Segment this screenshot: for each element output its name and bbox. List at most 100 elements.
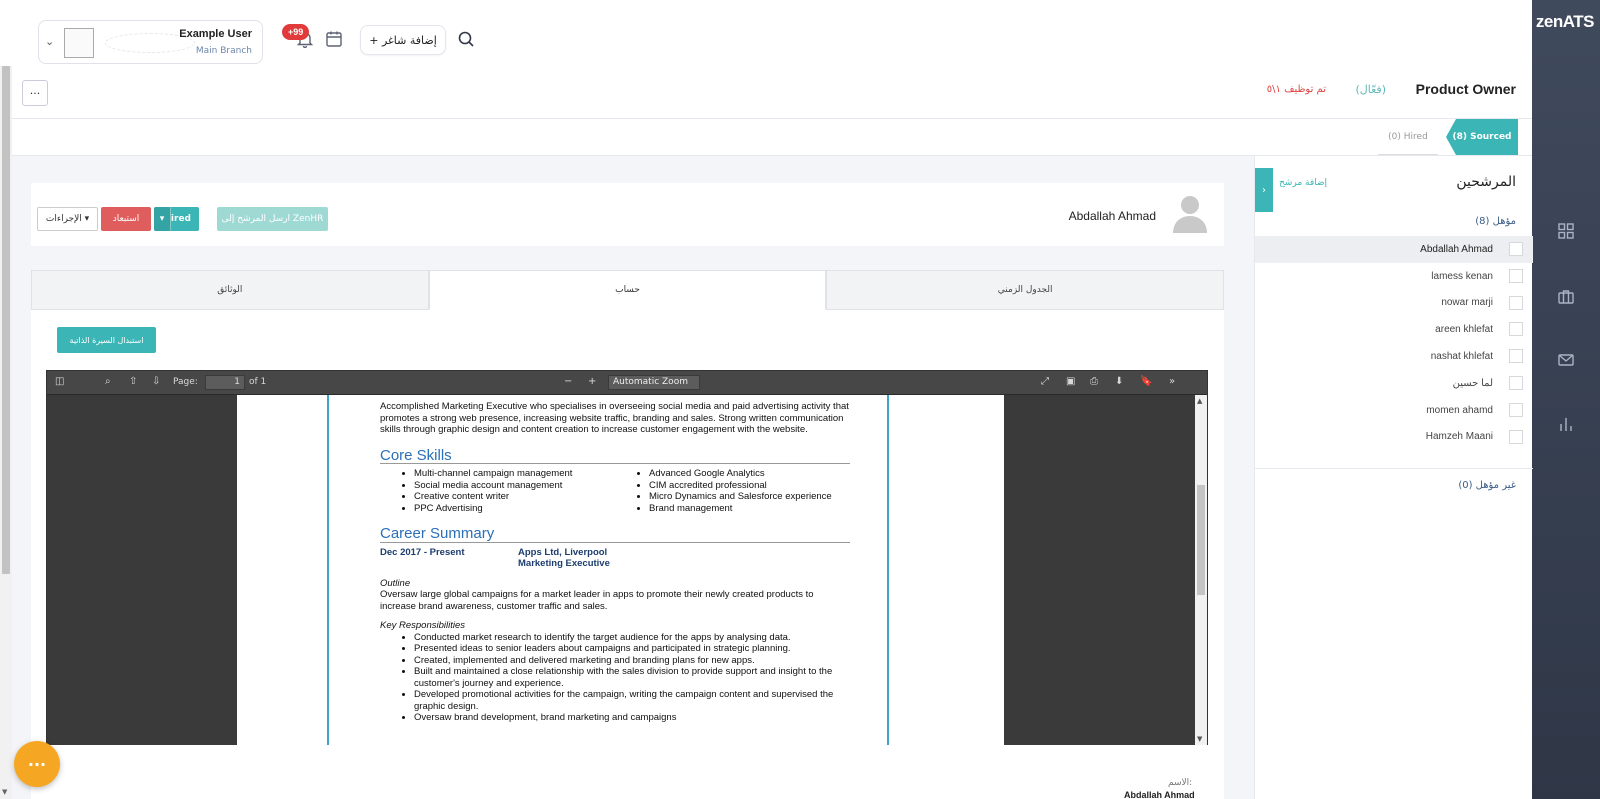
- list-item: Presented ideas to senior leaders about …: [414, 643, 850, 655]
- print-icon[interactable]: ⎙: [1090, 376, 1098, 387]
- candidate-item[interactable]: Abdallah Ahmad: [1255, 236, 1533, 263]
- unqualified-group-label[interactable]: غير مؤهل (0): [1458, 480, 1516, 491]
- cv-career-heading: Career Summary: [380, 526, 850, 543]
- candidate-checkbox[interactable]: [1509, 402, 1523, 417]
- list-item: Created, implemented and delivered marke…: [414, 655, 850, 667]
- presentation-mode-icon[interactable]: ⤢: [1041, 376, 1049, 387]
- zoom-out-icon[interactable]: −: [564, 376, 572, 387]
- calendar-icon[interactable]: [325, 30, 343, 48]
- next-page-icon[interactable]: ⇩: [152, 376, 160, 387]
- responsibilities-label: Key Responsibilities: [380, 620, 466, 631]
- open-file-icon[interactable]: ▣: [1066, 376, 1075, 387]
- collapse-panel-chevron-icon[interactable]: ›: [1255, 168, 1273, 212]
- zoom-in-icon[interactable]: +: [588, 376, 596, 387]
- mail-icon[interactable]: [1556, 350, 1576, 370]
- candidate-name: nowar marji: [1441, 297, 1493, 309]
- briefcase-icon[interactable]: [1556, 287, 1576, 307]
- scroll-down-arrow-icon[interactable]: ▼: [2, 788, 7, 796]
- scroll-down-arrow-icon[interactable]: ▼: [1197, 735, 1202, 743]
- stage-caret-icon[interactable]: ▾: [154, 207, 171, 231]
- tools-menu-icon[interactable]: »: [1169, 376, 1175, 387]
- candidate-item[interactable]: lamess kenan: [1255, 263, 1533, 290]
- candidate-item[interactable]: nowar marji: [1255, 290, 1533, 317]
- page-label: Page:: [173, 377, 198, 387]
- candidate-item[interactable]: momen ahamd: [1255, 397, 1533, 424]
- page-scrollbar[interactable]: ▼: [0, 66, 12, 799]
- cv-intro: Accomplished Marketing Executive who spe…: [380, 401, 849, 435]
- user-branch: Main Branch: [195, 46, 252, 56]
- nav-rail: zenATS: [1532, 0, 1600, 799]
- withdraw-button[interactable]: استبعاد: [101, 207, 151, 231]
- pdf-document-area[interactable]: Accomplished Marketing Executive who spe…: [47, 395, 1195, 745]
- pdf-viewer: ◫ ⌕ ⇧ ⇩ Page: 1 of 1 − + Automatic Zoom …: [46, 370, 1208, 745]
- job-more-button[interactable]: ···: [22, 80, 48, 106]
- candidate-checkbox[interactable]: [1509, 268, 1523, 283]
- chevron-down-icon[interactable]: ⌄: [45, 35, 54, 48]
- pdf-scrollbar[interactable]: ▲ ▼: [1195, 395, 1207, 745]
- job-status: (فعّال): [1355, 83, 1386, 96]
- brand-logo[interactable]: zenATS: [1536, 12, 1595, 32]
- add-candidate-link[interactable]: إضافة مرشح: [1279, 178, 1327, 188]
- tab-documents[interactable]: الوثائق: [31, 270, 429, 310]
- candidate-item[interactable]: areen khlefat: [1255, 316, 1533, 343]
- candidate-name: Hamzeh Maani: [1425, 431, 1493, 443]
- pdf-search-icon[interactable]: ⌕: [105, 376, 111, 387]
- bookmark-icon[interactable]: 🔖: [1140, 376, 1152, 387]
- candidate-checkbox[interactable]: [1509, 349, 1523, 364]
- list-item: Conducted market research to identify th…: [414, 632, 850, 644]
- job-header: ··· تم توظيف ١\٥ (فعّال) Product Owner: [12, 66, 1532, 119]
- search-icon[interactable]: [457, 30, 475, 48]
- list-item: Creative content writer: [414, 491, 615, 503]
- chat-fab-button[interactable]: ···: [14, 741, 60, 787]
- candidate-item[interactable]: nashat khlefat: [1255, 343, 1533, 370]
- candidate-header-card: الإجراءات ▾ استبعاد Hired ▾ ارسل المرشح …: [31, 183, 1224, 246]
- candidates-panel: › إضافة مرشح المرشحين مؤهل (8) Abdallah …: [1254, 156, 1533, 799]
- replace-cv-button[interactable]: استبدال السيرة الذاتية: [57, 327, 156, 353]
- career-role: Marketing Executive: [518, 558, 610, 569]
- candidate-checkbox[interactable]: [1509, 322, 1523, 337]
- grid-icon[interactable]: [1556, 221, 1576, 241]
- candidate-checkbox[interactable]: [1509, 375, 1523, 390]
- list-item: Advanced Google Analytics: [649, 468, 850, 480]
- add-job-button[interactable]: + إضافة شاغر: [360, 25, 446, 55]
- profile-tabs: الوثائق حساب الجدول الزمني: [31, 270, 1225, 310]
- page-number-input[interactable]: 1: [205, 375, 245, 390]
- send-to-zenhr-button[interactable]: ارسل المرشح إلى ZenHR: [217, 207, 328, 231]
- list-item: Oversaw brand development, brand marketi…: [414, 712, 850, 724]
- outline-text: Oversaw large global campaigns for a mar…: [380, 589, 814, 612]
- stage-hired-tab[interactable]: (0) Hired: [1378, 119, 1438, 155]
- scroll-up-arrow-icon[interactable]: ▲: [1197, 397, 1202, 405]
- pdf-scrollbar-thumb[interactable]: [1197, 485, 1205, 595]
- download-icon[interactable]: ⬇: [1115, 376, 1123, 387]
- tab-account[interactable]: حساب: [428, 270, 827, 310]
- candidate-name: nashat khlefat: [1430, 351, 1493, 363]
- page-border-line: [327, 395, 329, 745]
- qualified-group-label[interactable]: مؤهل (8): [1475, 216, 1516, 227]
- pdf-toolbar: ◫ ⌕ ⇧ ⇩ Page: 1 of 1 − + Automatic Zoom …: [47, 371, 1207, 395]
- page-scrollbar-thumb[interactable]: [2, 66, 10, 574]
- sidebar-toggle-icon[interactable]: ◫: [55, 376, 64, 387]
- zoom-select[interactable]: Automatic Zoom: [608, 375, 700, 390]
- cv-core-skills-heading: Core Skills: [380, 448, 850, 464]
- user-name: Example User: [179, 28, 252, 40]
- divider: [1255, 468, 1533, 469]
- candidate-list: Abdallah Ahmad lamess kenan nowar marji …: [1255, 236, 1533, 450]
- candidate-name: momen ahamd: [1426, 404, 1493, 416]
- candidate-checkbox[interactable]: [1509, 295, 1523, 310]
- pdf-page: Accomplished Marketing Executive who spe…: [237, 395, 1004, 745]
- pipeline-stages: (0) Hired (8) Sourced: [12, 119, 1532, 156]
- actions-dropdown-button[interactable]: الإجراءات ▾: [37, 207, 98, 231]
- user-menu[interactable]: ⌄ Example User Main Branch: [38, 20, 263, 64]
- candidate-item[interactable]: لما حسين: [1255, 370, 1533, 397]
- candidate-item[interactable]: Hamzeh Maani: [1255, 424, 1533, 451]
- user-avatar-icon: [1172, 193, 1208, 233]
- bar-chart-icon[interactable]: [1556, 414, 1576, 434]
- candidate-name: لما حسين: [1452, 377, 1493, 389]
- prev-page-icon[interactable]: ⇧: [129, 376, 137, 387]
- tab-timeline[interactable]: الجدول الزمني: [826, 270, 1225, 310]
- stage-sourced-tab[interactable]: (8) Sourced: [1446, 119, 1518, 155]
- list-item: Multi-channel campaign management: [414, 468, 615, 480]
- page-count: of 1: [249, 377, 267, 387]
- candidate-checkbox[interactable]: [1509, 242, 1523, 256]
- candidate-checkbox[interactable]: [1509, 429, 1523, 444]
